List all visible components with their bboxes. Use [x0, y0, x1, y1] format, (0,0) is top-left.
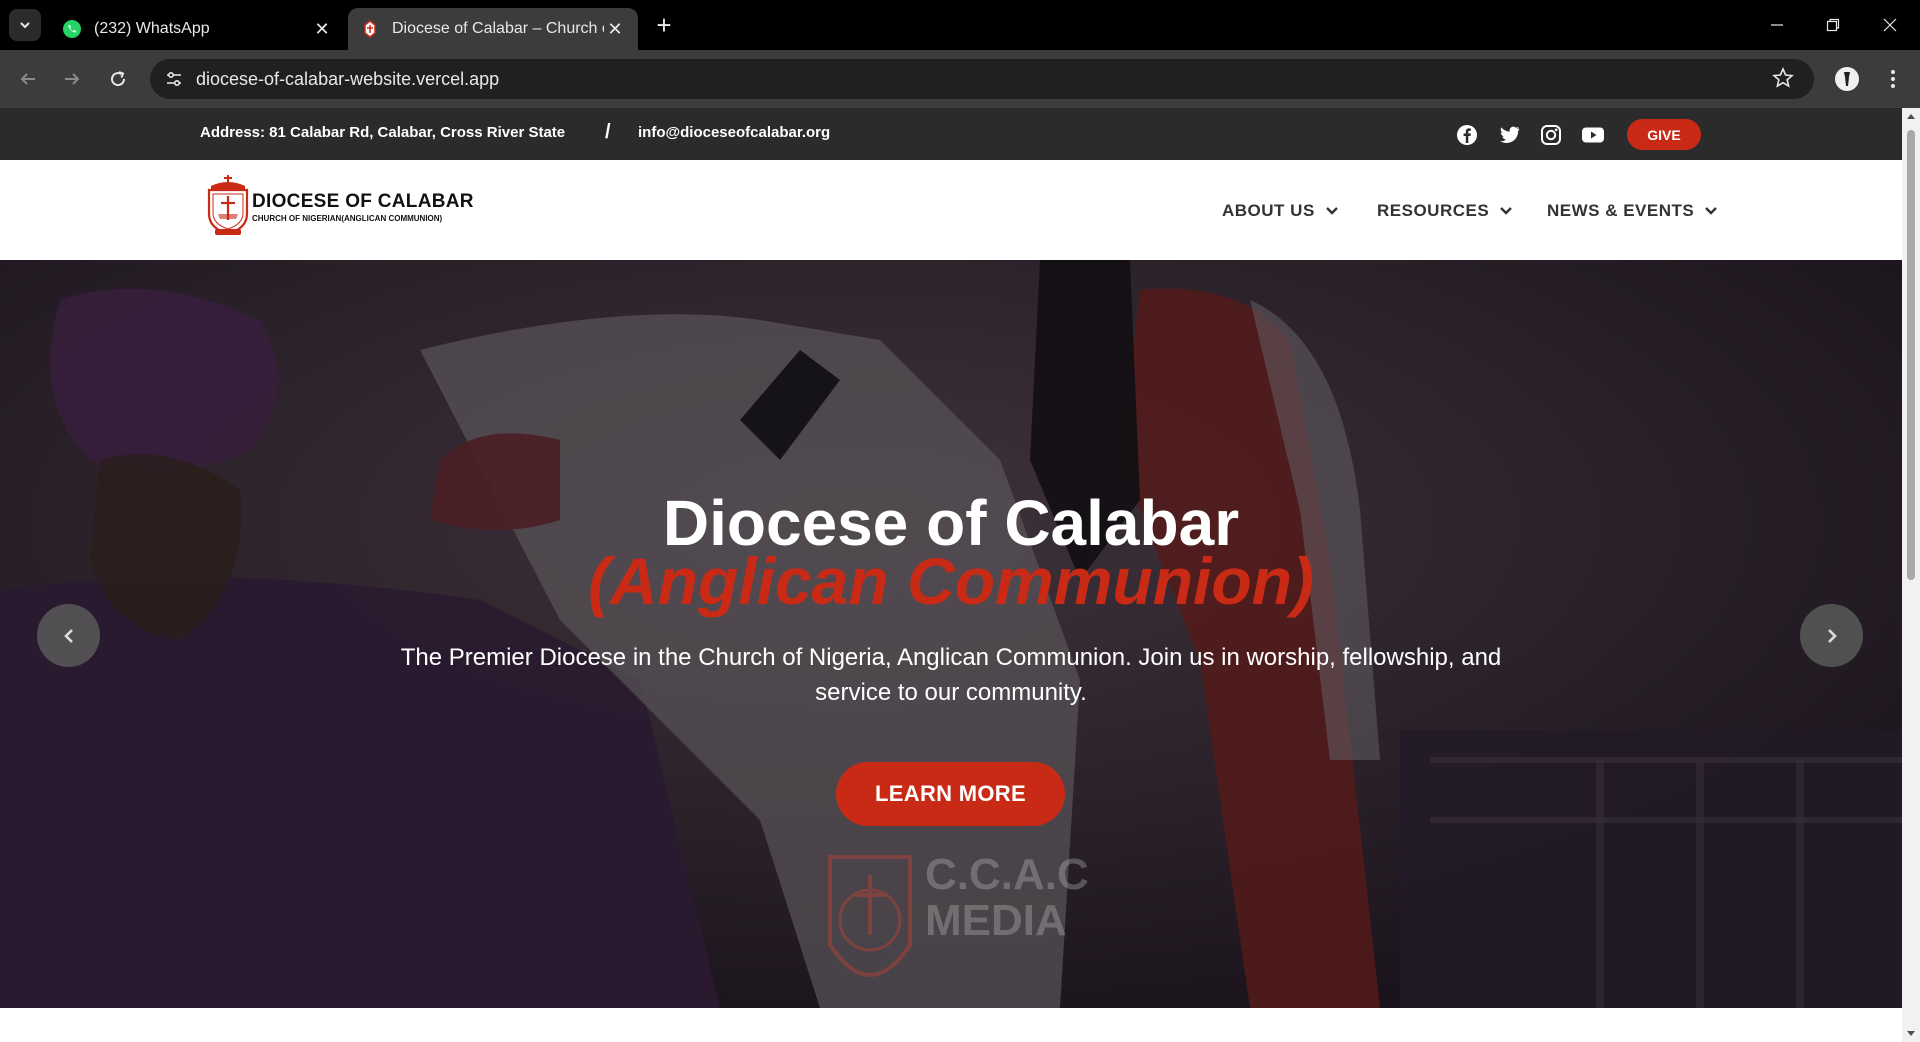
tab-search-button[interactable] [9, 9, 41, 41]
close-icon[interactable]: ✕ [604, 18, 626, 40]
nav-item-about-us[interactable]: ABOUT US [1222, 201, 1339, 221]
separator: / [605, 121, 611, 143]
bookmark-button[interactable] [1772, 66, 1794, 94]
chevron-down-icon [1325, 207, 1338, 215]
scroll-down-icon[interactable] [1906, 1030, 1916, 1038]
close-icon [1883, 18, 1897, 32]
hero-description: The Premier Diocese in the Church of Nig… [400, 644, 1502, 706]
profile-icon [1835, 67, 1859, 91]
tab-title: (232) WhatsApp [94, 20, 210, 37]
browser-toolbar: diocese-of-calabar-website.vercel.app [0, 50, 1920, 108]
watermark-text: C.C.A.C MEDIA [925, 852, 1089, 944]
diocese-favicon-icon [364, 20, 376, 38]
site-info-button[interactable] [160, 65, 188, 93]
restore-icon [1826, 18, 1840, 32]
nav-item-label: NEWS & EVENTS [1547, 201, 1695, 220]
give-button[interactable]: GIVE [1627, 119, 1701, 150]
window-close-button[interactable] [1860, 0, 1920, 50]
hero-slider: C.C.A.C MEDIA Diocese of Calabar (Anglic… [0, 260, 1902, 1008]
twitter-icon [1500, 126, 1520, 143]
main-navigation: DIOCESE OF CALABAR CHURCH OF NIGERIAN(AN… [0, 160, 1902, 260]
arrow-left-icon [20, 73, 35, 85]
nav-item-label: RESOURCES [1377, 201, 1490, 220]
restore-button[interactable] [1803, 0, 1863, 50]
instagram-link[interactable] [1539, 123, 1563, 147]
brand-subtitle: CHURCH OF NIGERIAN(ANGLICAN COMMUNION) [252, 214, 443, 223]
browser-window: (232) WhatsApp ✕ Diocese of Calabar – Ch… [0, 0, 1920, 1042]
nav-item-resources[interactable]: RESOURCES [1377, 201, 1513, 221]
learn-more-button[interactable]: LEARN MORE [836, 762, 1065, 826]
tab-diocese[interactable]: Diocese of Calabar – Church of ✕ [348, 8, 638, 50]
top-info-bar: Address: 81 Calabar Rd, Calabar, Cross R… [0, 108, 1902, 160]
diocese-logo[interactable] [205, 174, 251, 236]
chevron-down-icon [1500, 207, 1513, 215]
new-tab-button[interactable]: + [650, 12, 678, 40]
slider-next-button[interactable] [1800, 604, 1863, 667]
tab-whatsapp[interactable]: (232) WhatsApp ✕ [50, 8, 345, 50]
profile-button[interactable] [1832, 64, 1862, 94]
scrollbar-thumb[interactable] [1907, 130, 1915, 580]
star-icon [1772, 66, 1794, 88]
chevron-right-icon [1827, 628, 1837, 643]
page-scrollbar[interactable] [1902, 108, 1920, 1042]
tune-icon [167, 71, 181, 87]
tab-title: Diocese of Calabar – Church of [392, 20, 604, 37]
more-vertical-icon [1891, 70, 1895, 88]
watermark-line-1: C.C.A.C [925, 850, 1089, 899]
brand-name[interactable]: DIOCESE OF CALABAR [252, 191, 474, 213]
youtube-link[interactable] [1581, 123, 1605, 147]
scroll-up-icon[interactable] [1906, 112, 1916, 120]
facebook-icon [1457, 125, 1477, 145]
email-link[interactable]: info@dioceseofcalabar.org [638, 124, 830, 141]
chevron-down-icon [20, 22, 30, 29]
chevron-down-icon [1705, 207, 1718, 215]
slider-prev-button[interactable] [37, 604, 100, 667]
minimize-icon [1771, 24, 1783, 26]
address-text: Address: 81 Calabar Rd, Calabar, Cross R… [200, 124, 566, 141]
page-viewport: Address: 81 Calabar Rd, Calabar, Cross R… [0, 108, 1920, 1042]
tab-strip: (232) WhatsApp ✕ Diocese of Calabar – Ch… [0, 0, 1920, 50]
close-icon[interactable]: ✕ [311, 18, 333, 40]
minimize-button[interactable] [1747, 0, 1807, 50]
address-bar[interactable]: diocese-of-calabar-website.vercel.app [150, 59, 1814, 99]
url-text: diocese-of-calabar-website.vercel.app [196, 69, 500, 89]
chevron-left-icon [63, 628, 73, 643]
twitter-link[interactable] [1497, 123, 1521, 147]
forward-button[interactable] [57, 64, 87, 94]
youtube-icon [1582, 127, 1604, 143]
nav-item-label: ABOUT US [1222, 201, 1315, 220]
reload-button[interactable] [103, 64, 133, 94]
hero-subtitle: (Anglican Communion) [588, 544, 1314, 618]
instagram-icon [1541, 125, 1561, 145]
arrow-right-icon [65, 73, 80, 85]
nav-item-news-events[interactable]: NEWS & EVENTS [1547, 201, 1718, 221]
whatsapp-icon [63, 20, 81, 38]
browser-menu-button[interactable] [1878, 64, 1908, 94]
watermark-line-2: MEDIA [925, 896, 1067, 945]
facebook-link[interactable] [1455, 123, 1479, 147]
back-button[interactable] [13, 64, 43, 94]
reload-icon [111, 71, 126, 87]
